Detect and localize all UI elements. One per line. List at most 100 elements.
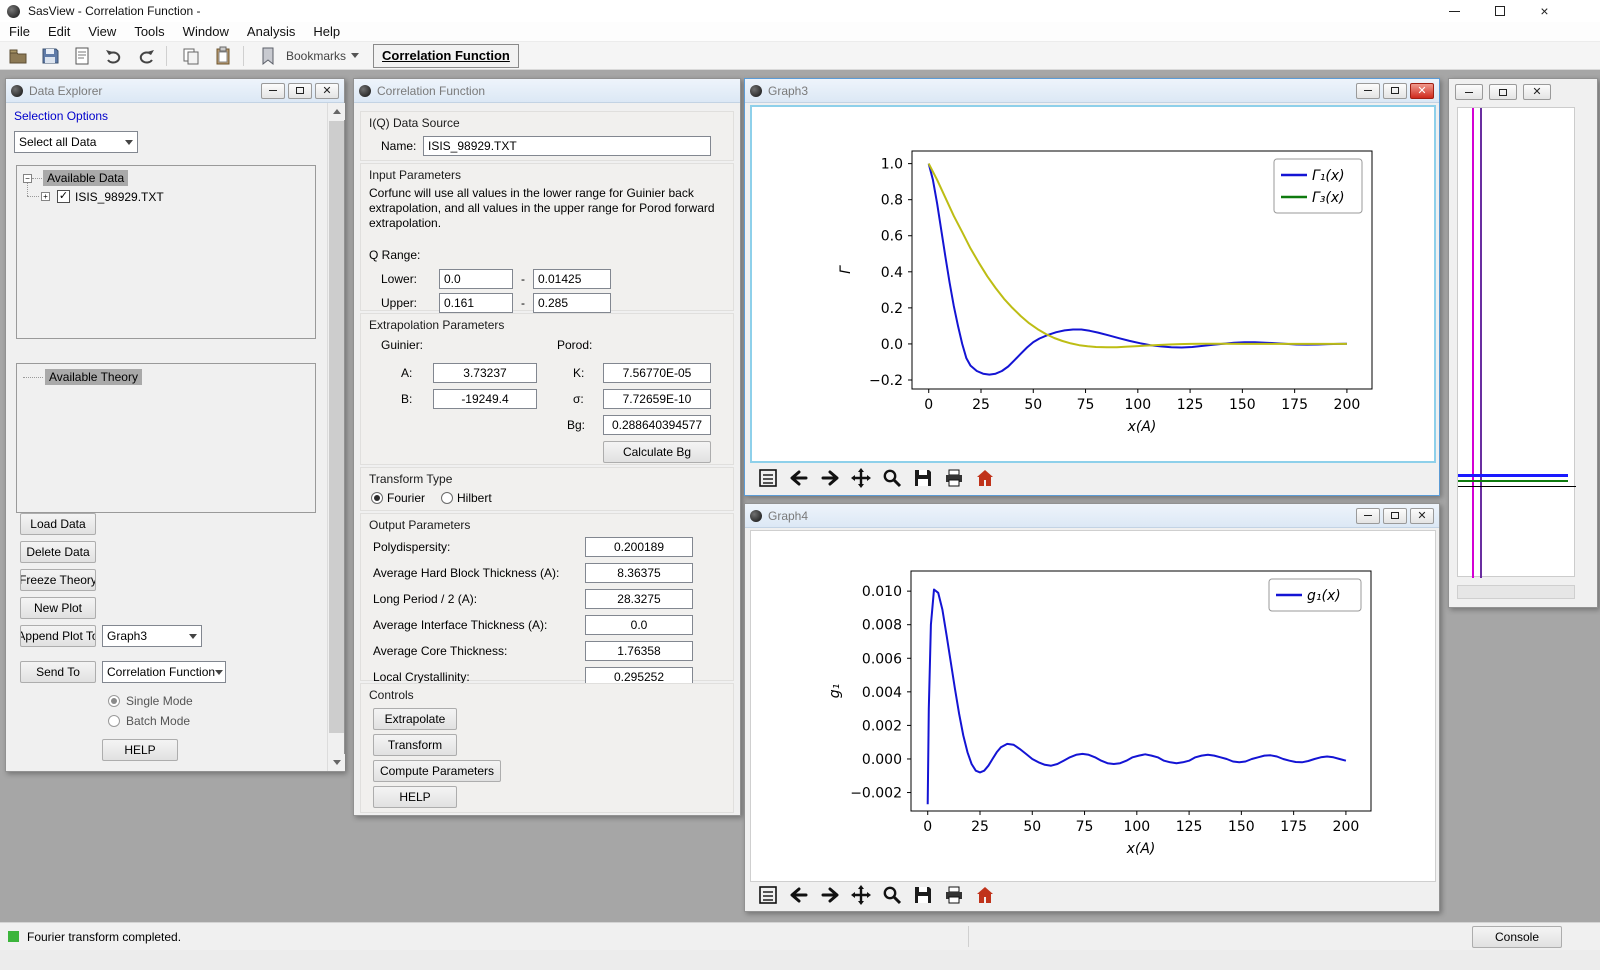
pan-icon[interactable] <box>850 467 872 489</box>
select-all-dropdown[interactable]: Select all Data <box>14 131 138 153</box>
compute-parameters-button[interactable]: Compute Parameters <box>373 760 501 782</box>
tree-node-data-file[interactable]: ISIS_98929.TXT <box>75 190 164 204</box>
load-data-button[interactable]: Load Data <box>20 513 96 535</box>
data-file-checkbox[interactable]: ✓ <box>57 190 70 203</box>
q-upper-min-input[interactable] <box>439 293 513 313</box>
maximize-button[interactable] <box>1383 83 1407 99</box>
hard-block-output[interactable] <box>585 563 693 583</box>
bookmarks-dropdown[interactable]: Bookmarks <box>286 49 359 63</box>
send-to-button[interactable]: Send To <box>20 661 96 683</box>
graph3-titlebar[interactable]: Graph3 ✕ <box>745 79 1439 103</box>
explorer-scrollbar[interactable] <box>327 103 344 771</box>
redo-icon[interactable] <box>132 44 160 68</box>
home-icon[interactable] <box>974 467 996 489</box>
data-explorer-titlebar[interactable]: Data Explorer ✕ <box>6 79 344 103</box>
close-icon[interactable]: ✕ <box>1410 508 1434 524</box>
magenta-marker-line[interactable] <box>1472 108 1474 578</box>
menu-help[interactable]: Help <box>304 22 349 41</box>
close-icon[interactable]: ✕ <box>1523 84 1551 100</box>
save-icon[interactable] <box>36 44 64 68</box>
graph3-canvas[interactable]: 0255075100125150175200−0.20.00.20.40.60.… <box>750 105 1436 463</box>
load-data-icon[interactable] <box>4 44 32 68</box>
guinier-a-input[interactable] <box>433 363 537 383</box>
back-icon[interactable] <box>788 467 810 489</box>
graph4-titlebar[interactable]: Graph4 ✕ <box>745 504 1439 528</box>
graph4-canvas[interactable]: 0255075100125150175200−0.0020.0000.0020.… <box>750 530 1436 882</box>
menu-tools[interactable]: Tools <box>125 22 173 41</box>
purple-marker-line[interactable] <box>1480 108 1482 578</box>
selection-options-link[interactable]: Selection Options <box>14 109 108 123</box>
subplots-icon[interactable] <box>757 884 779 906</box>
append-target-dropdown[interactable]: Graph3 <box>102 625 202 647</box>
subplots-icon[interactable] <box>757 467 779 489</box>
append-plot-button[interactable]: Append Plot To <box>20 625 96 647</box>
console-button[interactable]: Console <box>1472 926 1562 948</box>
zoom-icon[interactable] <box>881 884 903 906</box>
menu-file[interactable]: File <box>0 22 39 41</box>
print-icon[interactable] <box>943 467 965 489</box>
scroll-down-button[interactable] <box>328 754 345 771</box>
polydispersity-output[interactable] <box>585 537 693 557</box>
minimize-button[interactable] <box>1356 83 1380 99</box>
background-hscrollbar[interactable] <box>1457 585 1575 599</box>
pan-icon[interactable] <box>850 884 872 906</box>
forward-icon[interactable] <box>819 467 841 489</box>
paste-icon[interactable] <box>209 44 237 68</box>
delete-data-button[interactable]: Delete Data <box>20 541 96 563</box>
undo-icon[interactable] <box>100 44 128 68</box>
transform-button[interactable]: Transform <box>373 734 457 756</box>
collapse-expander[interactable]: − <box>23 174 32 183</box>
back-icon[interactable] <box>788 884 810 906</box>
scroll-thumb[interactable] <box>329 121 344 733</box>
interface-thickness-output[interactable] <box>585 615 693 635</box>
minimize-button[interactable] <box>261 83 285 99</box>
copy-icon[interactable] <box>177 44 205 68</box>
maximize-button[interactable] <box>1383 508 1407 524</box>
tree-node-available-theory[interactable]: Available Theory <box>45 369 142 385</box>
corfunc-help-button[interactable]: HELP <box>373 786 457 808</box>
maximize-button[interactable] <box>288 83 312 99</box>
minimize-button[interactable] <box>1356 508 1380 524</box>
extrapolate-button[interactable]: Extrapolate <box>373 708 457 730</box>
home-icon[interactable] <box>974 884 996 906</box>
close-icon[interactable]: ✕ <box>315 83 339 99</box>
menu-edit[interactable]: Edit <box>39 22 79 41</box>
porod-sigma-input[interactable] <box>603 389 711 409</box>
long-period-output[interactable] <box>585 589 693 609</box>
report-icon[interactable] <box>68 44 96 68</box>
expand-expander[interactable]: + <box>41 192 50 201</box>
tab-correlation-function[interactable]: Correlation Function <box>373 44 519 68</box>
minimize-button[interactable] <box>1432 0 1477 22</box>
scroll-up-button[interactable] <box>328 103 345 120</box>
batch-mode-radio[interactable] <box>108 715 120 727</box>
fourier-radio[interactable] <box>371 492 383 504</box>
q-lower-min-input[interactable] <box>439 269 513 289</box>
background-plot-canvas[interactable] <box>1457 107 1575 577</box>
close-icon[interactable]: ✕ <box>1410 83 1434 99</box>
calculate-bg-button[interactable]: Calculate Bg <box>603 441 711 463</box>
name-input[interactable] <box>423 136 711 156</box>
explorer-help-button[interactable]: HELP <box>102 739 178 761</box>
menu-view[interactable]: View <box>79 22 125 41</box>
q-upper-max-input[interactable] <box>533 293 611 313</box>
minimize-button[interactable] <box>1455 84 1483 100</box>
close-button[interactable]: × <box>1522 0 1567 22</box>
tree-node-available-data[interactable]: Available Data <box>43 170 128 186</box>
maximize-button[interactable] <box>1477 0 1522 22</box>
zoom-icon[interactable] <box>881 467 903 489</box>
hilbert-radio[interactable] <box>441 492 453 504</box>
guinier-b-input[interactable] <box>433 389 537 409</box>
bg-input[interactable] <box>603 415 711 435</box>
save-icon[interactable] <box>912 884 934 906</box>
send-target-dropdown[interactable]: Correlation Function <box>102 661 226 683</box>
menu-window[interactable]: Window <box>174 22 238 41</box>
maximize-button[interactable] <box>1489 84 1517 100</box>
new-plot-button[interactable]: New Plot <box>20 597 96 619</box>
freeze-theory-button[interactable]: Freeze Theory <box>20 569 96 591</box>
save-icon[interactable] <box>912 467 934 489</box>
corfunc-titlebar[interactable]: Correlation Function <box>354 79 740 103</box>
forward-icon[interactable] <box>819 884 841 906</box>
bookmarks-icon[interactable] <box>254 44 282 68</box>
single-mode-radio[interactable] <box>108 695 120 707</box>
menu-analysis[interactable]: Analysis <box>238 22 304 41</box>
